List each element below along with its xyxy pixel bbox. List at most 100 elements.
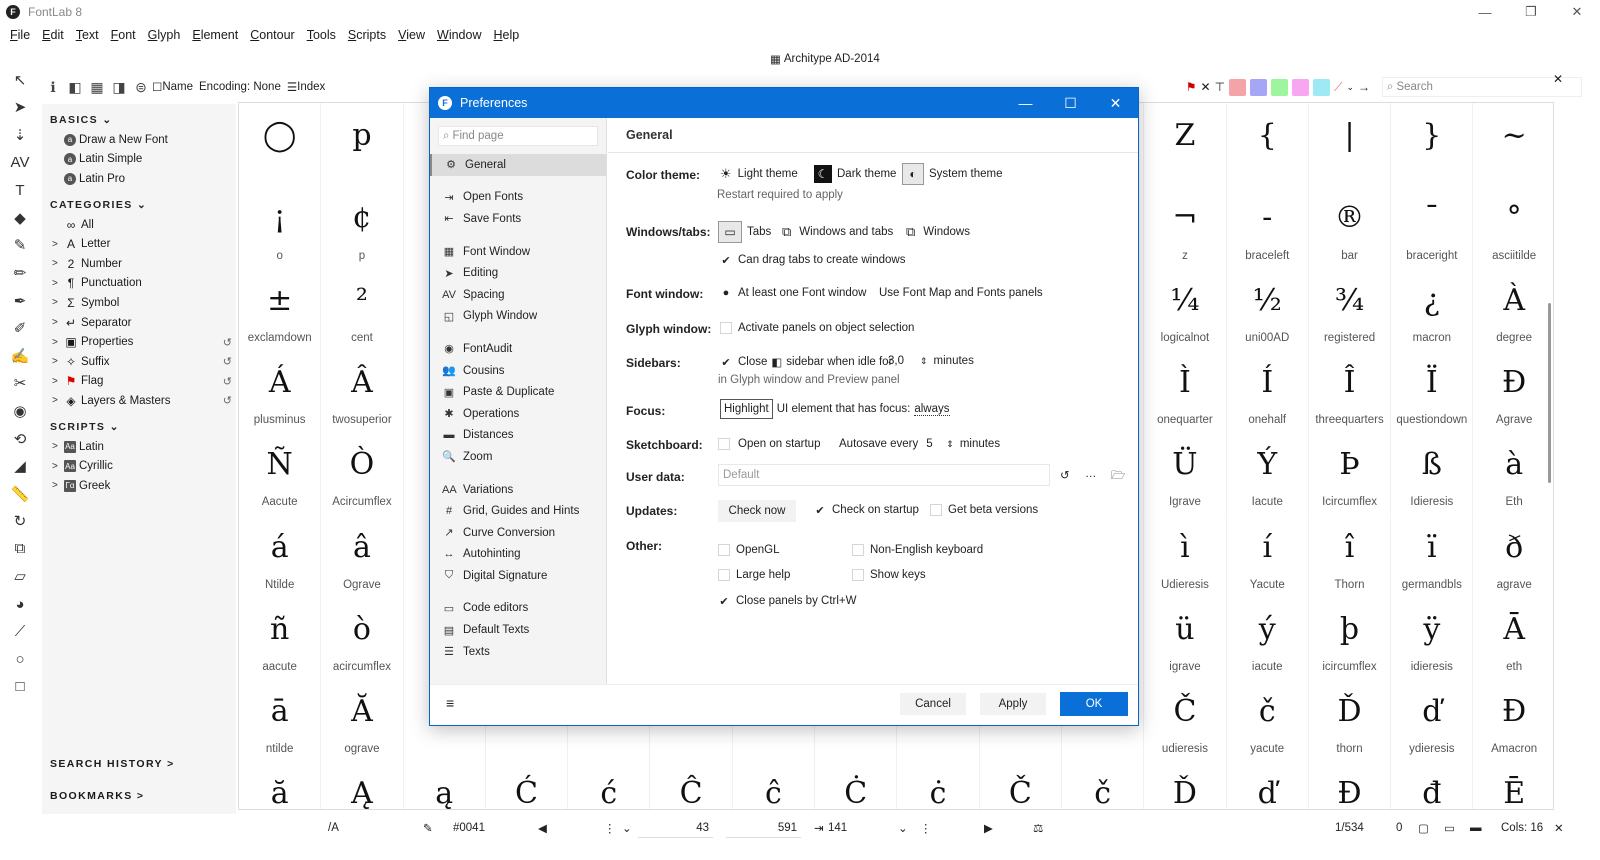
- dialog-maximize-icon[interactable]: ☐: [1048, 88, 1093, 118]
- rectangle-tool-icon[interactable]: □: [0, 673, 40, 701]
- menu-window[interactable]: Window: [431, 28, 487, 42]
- ruler-tool-icon[interactable]: 📏: [0, 480, 40, 508]
- glyph-cell[interactable]: čcdotaccent: [1062, 761, 1145, 809]
- bucket-tool-icon[interactable]: ◢: [0, 452, 40, 480]
- sidebar-item-latin[interactable]: > Aa Latin: [42, 437, 236, 457]
- undo-icon[interactable]: ↺: [223, 394, 232, 407]
- tabs-option[interactable]: ▭ Tabs: [718, 221, 771, 243]
- menu-scripts[interactable]: Scripts: [342, 28, 392, 42]
- apply-button[interactable]: Apply: [980, 693, 1046, 715]
- glyph-cell[interactable]: ~: [1474, 103, 1554, 185]
- cell-flat-icon[interactable]: ▬: [1470, 816, 1482, 840]
- color-swatch-pink[interactable]: [1292, 78, 1310, 96]
- glyph-cell[interactable]: Z: [1144, 103, 1227, 186]
- open-on-startup-checkbox[interactable]: Open on startup: [718, 438, 820, 450]
- sidebar-item-all[interactable]: ∞ All: [42, 215, 236, 235]
- glyph-cell[interactable]: ò acircumflex: [321, 596, 404, 680]
- glyph-cell[interactable]: ® bar: [1309, 185, 1392, 268]
- glyph-cell[interactable]: ď ydieresis: [1391, 679, 1474, 762]
- nav-item-zoom[interactable]: 🔍 Zoom: [430, 446, 606, 468]
- pencil-tool-icon[interactable]: ✏: [0, 259, 40, 287]
- windows-and-tabs-option[interactable]: ⧉ Windows and tabs: [782, 224, 893, 240]
- sidebar-item-suffix[interactable]: > ✧ Suffix ↺: [42, 352, 236, 372]
- glyph-cell[interactable]: ¿ macron: [1391, 267, 1474, 350]
- cols-label[interactable]: Cols: 16: [1501, 816, 1543, 840]
- encoding-selector[interactable]: Encoding: None: [199, 81, 281, 93]
- glyph-cell[interactable]: à Eth: [1474, 432, 1554, 514]
- chevron-down-icon[interactable]: ⌄: [622, 816, 632, 840]
- glyph-cell[interactable]: Îthreequarters: [1309, 349, 1392, 433]
- chevron-right-icon[interactable]: >: [52, 258, 64, 269]
- show-keys-checkbox[interactable]: Show keys: [852, 569, 926, 581]
- chevron-right-icon[interactable]: >: [52, 461, 64, 472]
- menu-font[interactable]: Font: [105, 28, 142, 42]
- rsb-value[interactable]: 141: [828, 816, 847, 840]
- glyph-cell[interactable]: }: [1391, 103, 1474, 186]
- categories-header[interactable]: CATEGORIES ⌄: [42, 189, 236, 215]
- focus-value-dropdown[interactable]: always: [914, 403, 950, 416]
- glyph-cell[interactable]: Áplusminus: [239, 349, 322, 433]
- sidebar-item-latin-pro[interactable]: a Latin Pro: [42, 169, 236, 189]
- menu-element[interactable]: Element: [186, 28, 244, 42]
- nav-item-grid-guides-and-hints[interactable]: # Grid, Guides and Hints: [430, 500, 606, 522]
- restore-button[interactable]: ❐: [1508, 0, 1554, 24]
- glyph-cell[interactable]: ¾ registered: [1309, 267, 1392, 350]
- close-button[interactable]: ✕: [1554, 0, 1600, 24]
- chevron-right-icon[interactable]: >: [52, 356, 64, 367]
- glyph-cell[interactable]: ¡ o: [239, 185, 322, 268]
- glyph-cell[interactable]: ċccircumflex: [897, 761, 980, 809]
- glyph-cell[interactable]: {: [1227, 103, 1309, 186]
- drag-handle-icon[interactable]: ⋮: [604, 816, 616, 840]
- use-font-map-radio[interactable]: Use Font Map and Fonts panels: [879, 287, 1043, 299]
- lsb-field[interactable]: 43: [638, 818, 713, 838]
- glyph-cell[interactable]: ĎCcaron: [1144, 761, 1227, 809]
- glyph-cell[interactable]: ĈCacute: [651, 761, 733, 809]
- glyph-cell[interactable]: ÿ idieresis: [1391, 596, 1474, 680]
- sidebar-item-symbol[interactable]: > Σ Symbol: [42, 293, 236, 313]
- chevron-down-icon[interactable]: ⌄: [1346, 82, 1354, 93]
- scale-tool-icon[interactable]: ⧉: [0, 535, 40, 563]
- sidebar-toggle-icon[interactable]: ◧: [64, 76, 86, 98]
- rapid-tool-icon[interactable]: ✐: [0, 314, 40, 342]
- sidebar-item-flag[interactable]: > ⚑ Flag ↺: [42, 372, 236, 392]
- power-brush-icon[interactable]: ✍: [0, 342, 40, 370]
- glyph-cell[interactable]: ăamacron: [239, 761, 322, 809]
- glyph-cell[interactable]: Āeth: [1474, 597, 1554, 679]
- chevron-right-icon[interactable]: >: [52, 441, 64, 452]
- glyph-cell[interactable]: đdcaron: [1391, 761, 1474, 809]
- check-now-button[interactable]: Check now: [718, 500, 796, 522]
- drag-tabs-checkbox[interactable]: ✔ Can drag tabs to create windows: [720, 254, 905, 267]
- glyph-cell[interactable]: ± exclamdown: [239, 267, 322, 350]
- contour-tool-icon[interactable]: ➤: [0, 94, 40, 122]
- glyph-cell[interactable]: č yacute: [1227, 679, 1309, 762]
- knife-tool-icon[interactable]: ✂: [0, 370, 40, 398]
- no-color-icon[interactable]: ⟋: [1334, 80, 1342, 95]
- cell-wide-icon[interactable]: ▭: [1444, 816, 1455, 840]
- glyph-cell[interactable]: Íonehalf: [1227, 349, 1309, 433]
- reset-icon[interactable]: ↺: [1060, 468, 1070, 482]
- nav-item-operations[interactable]: ✱ Operations: [430, 403, 606, 425]
- chevron-down-icon[interactable]: ⌄: [898, 816, 908, 840]
- glyph-cell[interactable]: Ð Agrave: [1474, 350, 1554, 432]
- light-theme-option[interactable]: ☀ Light theme: [720, 166, 798, 182]
- sidebar-item-layers-masters[interactable]: > ◈ Layers & Masters ↺: [42, 391, 236, 411]
- spinner-icon[interactable]: ⇕: [946, 439, 954, 450]
- opengl-checkbox[interactable]: OpenGL: [718, 544, 779, 556]
- nav-item-fontaudit[interactable]: ◉ FontAudit: [430, 338, 606, 360]
- minimize-button[interactable]: —: [1462, 0, 1508, 24]
- menu-help[interactable]: Help: [487, 28, 525, 42]
- glyph-cell[interactable]: ü igrave: [1144, 596, 1227, 680]
- bookmarks-header[interactable]: BOOKMARKS >: [42, 790, 236, 802]
- glyph-cell[interactable]: ĐDcaron: [1309, 761, 1392, 809]
- cancel-button[interactable]: Cancel: [900, 693, 966, 715]
- ellipse-tool-icon[interactable]: ○: [0, 645, 40, 673]
- activate-panels-checkbox[interactable]: Activate panels on object selection: [720, 322, 914, 334]
- glyph-cell[interactable]: - braceleft: [1227, 185, 1309, 268]
- autosave-field[interactable]: Autosave every 5 ⇕ minutes: [839, 438, 1000, 450]
- info-icon[interactable]: ℹ: [42, 76, 64, 98]
- scripts-header[interactable]: SCRIPTS ⌄: [42, 411, 236, 437]
- glyph-cell[interactable]: ďccaron: [1227, 761, 1309, 809]
- glyph-cell[interactable]: ñ aacute: [239, 596, 322, 680]
- glyph-cell[interactable]: p: [321, 103, 404, 186]
- glyph-cell[interactable]: Âtwosuperior: [321, 349, 404, 433]
